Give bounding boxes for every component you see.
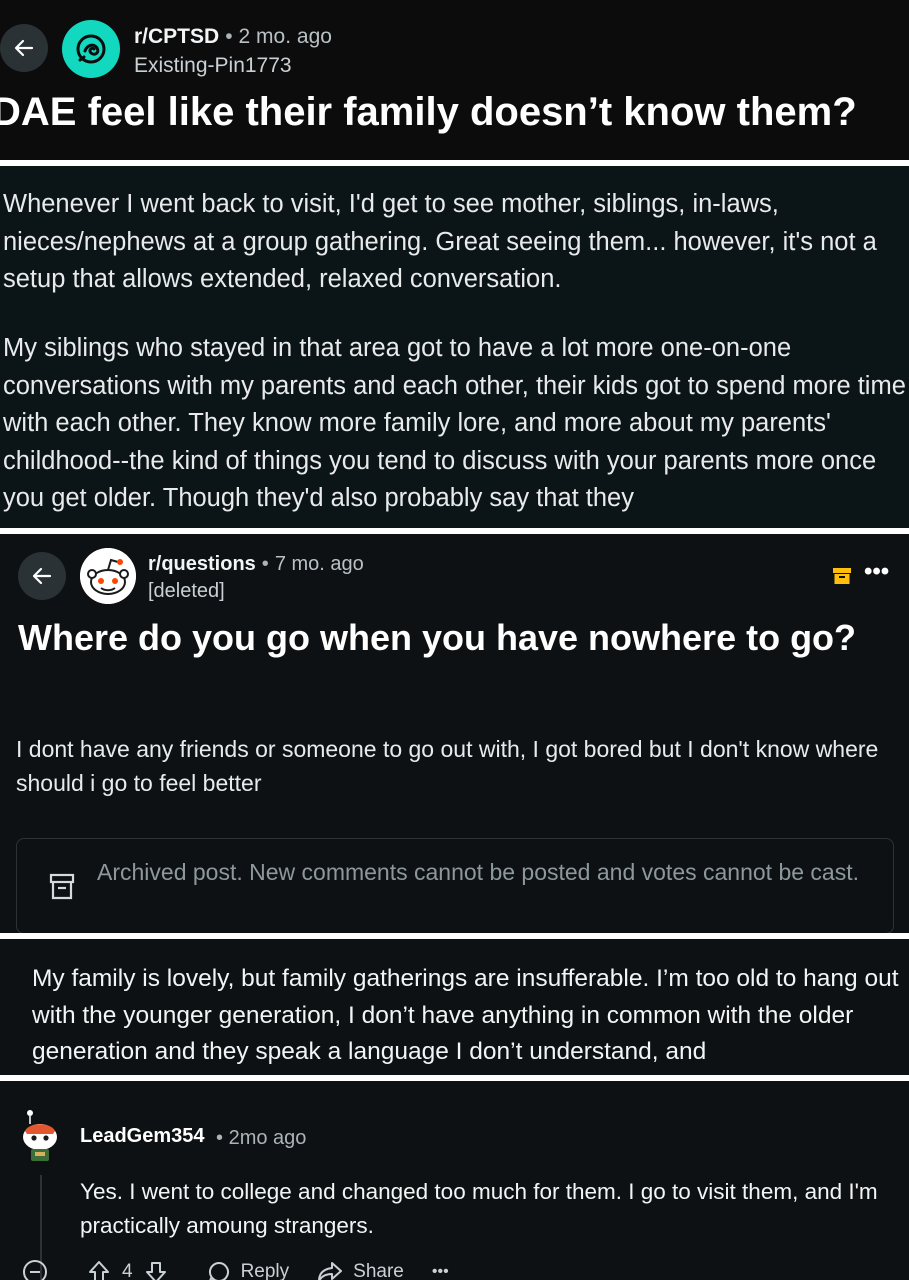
- post-title: Where do you go when you have nowhere to…: [18, 617, 857, 658]
- more-icon: •••: [431, 1263, 449, 1280]
- collapse-button[interactable]: [22, 1259, 58, 1280]
- archive-icon[interactable]: [833, 568, 851, 584]
- back-button[interactable]: [0, 24, 48, 72]
- subreddit-name[interactable]: r/questions: [148, 553, 256, 575]
- share-label: Share: [353, 1261, 404, 1280]
- post-meta: r/CPTSD • 2 mo. ago: [134, 25, 332, 48]
- subreddit-avatar[interactable]: [62, 20, 120, 78]
- post-author[interactable]: Existing-Pin1773: [134, 54, 292, 78]
- post-author: [deleted]: [148, 580, 225, 602]
- vote-count: 4: [122, 1261, 133, 1280]
- comment-author[interactable]: LeadGem354: [80, 1125, 205, 1148]
- archived-notice: Archived post. New comments cannot be po…: [16, 838, 894, 933]
- user-avatar-icon[interactable]: [16, 1109, 66, 1165]
- post-time: 7 mo. ago: [274, 553, 364, 575]
- downvote-icon[interactable]: [143, 1259, 169, 1280]
- deleted-user-avatar[interactable]: [80, 548, 136, 604]
- collapse-icon: [23, 1260, 47, 1280]
- reply-label: Reply: [240, 1261, 290, 1280]
- post-meta: r/questions • 7 mo. ago: [148, 553, 364, 575]
- upvote-icon[interactable]: [86, 1259, 112, 1280]
- back-button[interactable]: [18, 552, 66, 600]
- comment-body: Yes. I went to college and changed too m…: [80, 1179, 878, 1238]
- post-time: 2 mo. ago: [238, 25, 332, 48]
- back-arrow-icon: [14, 39, 34, 57]
- subreddit-name[interactable]: r/CPTSD: [134, 25, 219, 48]
- archived-notice-text: Archived post. New comments cannot be po…: [97, 859, 859, 885]
- vote-controls: 4: [86, 1259, 179, 1280]
- post-paragraph: My siblings who stayed in that area got …: [3, 334, 906, 512]
- comment-actions: 4 Reply Share •••: [22, 1257, 477, 1280]
- post-body: I dont have any friends or someone to go…: [16, 736, 879, 796]
- reply-icon: [208, 1261, 229, 1280]
- comment-text: My family is lovely, but family gatherin…: [32, 965, 899, 1065]
- post-title: DAE feel like their family doesn’t know …: [0, 90, 857, 134]
- comment-more-button[interactable]: •••: [432, 1263, 449, 1280]
- archive-icon: [49, 873, 75, 900]
- more-options-button[interactable]: •••: [864, 558, 889, 586]
- comment-excerpt: My family is lovely, but family gatherin…: [0, 939, 909, 1075]
- cptsd-community-icon: [76, 34, 106, 64]
- share-button[interactable]: Share: [317, 1260, 404, 1280]
- share-icon: [318, 1262, 343, 1280]
- comment-time: • 2mo ago: [216, 1127, 307, 1149]
- reply-button[interactable]: Reply: [207, 1260, 290, 1280]
- post-body-cptsd: Whenever I went back to visit, I'd get t…: [0, 166, 909, 528]
- comment: LeadGem354 • 2mo ago Yes. I went to coll…: [0, 1081, 909, 1280]
- snoo-avatar-icon: [80, 548, 136, 604]
- post-header-cptsd: r/CPTSD • 2 mo. ago Existing-Pin1773 DAE f…: [0, 0, 909, 160]
- back-arrow-icon: [32, 567, 52, 585]
- post-paragraph: Whenever I went back to visit, I'd get t…: [3, 190, 877, 293]
- post-questions: r/questions • 7 mo. ago [deleted] ••• Wher…: [0, 534, 909, 933]
